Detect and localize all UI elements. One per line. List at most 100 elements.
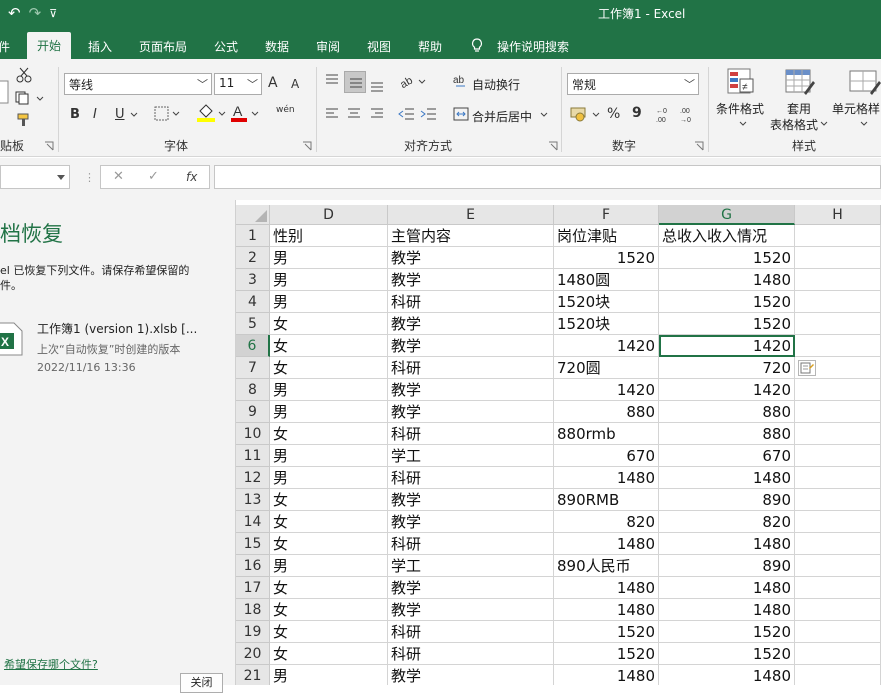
row-header[interactable]: 4: [236, 291, 270, 313]
cell-f[interactable]: 1520块: [554, 313, 659, 335]
cell-d[interactable]: 男: [270, 269, 388, 291]
tab-page-layout[interactable]: 页面布局: [139, 38, 187, 55]
cell-f[interactable]: 880: [554, 401, 659, 423]
formula-input[interactable]: [214, 165, 881, 189]
cell-g[interactable]: 1480: [659, 665, 795, 685]
cell-h[interactable]: [795, 643, 881, 665]
cell-f[interactable]: 890RMB: [554, 489, 659, 511]
cell-h[interactable]: [795, 599, 881, 621]
cell-f[interactable]: 岗位津贴: [554, 225, 659, 247]
cell-h[interactable]: [795, 291, 881, 313]
cell-f[interactable]: 1520: [554, 247, 659, 269]
row-header[interactable]: 10: [236, 423, 270, 445]
undo-icon[interactable]: ↶: [8, 4, 21, 22]
italic-icon[interactable]: I: [93, 107, 97, 122]
merge-center-icon[interactable]: [453, 106, 469, 122]
row-header[interactable]: 12: [236, 467, 270, 489]
decrease-decimal-icon[interactable]: .00→0: [679, 104, 697, 124]
accounting-format-icon[interactable]: [570, 105, 602, 123]
percent-style-icon[interactable]: %: [607, 106, 620, 122]
cell-f[interactable]: 1520: [554, 621, 659, 643]
wrap-text-icon[interactable]: ab: [453, 73, 469, 89]
cell-h[interactable]: [795, 269, 881, 291]
cell-d[interactable]: 女: [270, 511, 388, 533]
name-box-dropdown-icon[interactable]: [57, 175, 65, 181]
row-header[interactable]: 16: [236, 555, 270, 577]
align-right-icon[interactable]: [369, 107, 385, 121]
cell-e[interactable]: 教学: [388, 577, 554, 599]
row-header[interactable]: 6: [236, 335, 270, 357]
cell-g[interactable]: 1520: [659, 313, 795, 335]
row-header[interactable]: 14: [236, 511, 270, 533]
row-header[interactable]: 13: [236, 489, 270, 511]
cell-h[interactable]: [795, 313, 881, 335]
cell-f[interactable]: 1420: [554, 379, 659, 401]
cell-g[interactable]: 670: [659, 445, 795, 467]
row-header[interactable]: 1: [236, 225, 270, 247]
cell-g[interactable]: 1420: [659, 335, 795, 357]
row-header[interactable]: 2: [236, 247, 270, 269]
cell-h[interactable]: [795, 335, 881, 357]
cell-g[interactable]: 890: [659, 555, 795, 577]
chevron-down-icon[interactable]: ﹀: [247, 76, 258, 92]
redo-icon[interactable]: ↷: [29, 4, 42, 22]
number-format-combo[interactable]: 常规 ﹀: [567, 73, 699, 95]
cell-e[interactable]: 科研: [388, 423, 554, 445]
cell-h[interactable]: [795, 621, 881, 643]
cell-h[interactable]: [795, 423, 881, 445]
increase-decimal-icon[interactable]: ←0.00: [655, 104, 673, 124]
cell-d[interactable]: 男: [270, 445, 388, 467]
cell-g[interactable]: 1480: [659, 533, 795, 555]
conditional-formatting-button[interactable]: 条件格式: [716, 100, 764, 117]
cell-f[interactable]: 1480: [554, 467, 659, 489]
row-header[interactable]: 20: [236, 643, 270, 665]
paste-icon[interactable]: [0, 79, 10, 109]
cell-e[interactable]: 教学: [388, 489, 554, 511]
cell-e[interactable]: 教学: [388, 665, 554, 685]
cell-d[interactable]: 女: [270, 489, 388, 511]
format-as-table-icon[interactable]: [784, 67, 816, 97]
conditional-formatting-icon[interactable]: ≠: [726, 67, 756, 97]
worksheet-grid[interactable]: D E F G H 1 性别 主管内容 岗位津贴 总收入收入情况 2 男教学 1520 1520 3 男教学 1…: [236, 205, 881, 685]
cell-e[interactable]: 学工: [388, 445, 554, 467]
cell-d[interactable]: 女: [270, 643, 388, 665]
cell-g[interactable]: 1480: [659, 269, 795, 291]
cell-e[interactable]: 教学: [388, 401, 554, 423]
table-dropdown-icon[interactable]: [820, 121, 828, 127]
cell-e[interactable]: 教学: [388, 511, 554, 533]
cell-d[interactable]: 男: [270, 665, 388, 685]
decrease-indent-icon[interactable]: [398, 106, 416, 122]
cell-g[interactable]: 1420: [659, 379, 795, 401]
cell-d[interactable]: 女: [270, 357, 388, 379]
column-header-g[interactable]: G: [659, 205, 795, 225]
cell-g[interactable]: 总收入收入情况: [659, 225, 795, 247]
underline-icon[interactable]: U: [115, 107, 125, 122]
cut-icon[interactable]: [15, 67, 33, 83]
cell-e[interactable]: 科研: [388, 621, 554, 643]
dialog-launcher-icon[interactable]: [694, 141, 704, 151]
merge-dropdown-icon[interactable]: [540, 112, 548, 118]
underline-dropdown-icon[interactable]: [130, 112, 138, 118]
tab-file[interactable]: 件: [0, 38, 10, 55]
cell-d[interactable]: 女: [270, 577, 388, 599]
row-header[interactable]: 21: [236, 665, 270, 685]
cell-d[interactable]: 男: [270, 401, 388, 423]
cell-e[interactable]: 科研: [388, 643, 554, 665]
cell-h[interactable]: [795, 467, 881, 489]
row-header[interactable]: 3: [236, 269, 270, 291]
align-center-icon[interactable]: [346, 107, 362, 121]
row-header[interactable]: 15: [236, 533, 270, 555]
cell-f[interactable]: 1480: [554, 577, 659, 599]
cell-g[interactable]: 1480: [659, 467, 795, 489]
tab-insert[interactable]: 插入: [88, 38, 112, 55]
cell-d[interactable]: 性别: [270, 225, 388, 247]
cell-f[interactable]: 720圆: [554, 357, 659, 379]
cell-g[interactable]: 1520: [659, 621, 795, 643]
column-header-f[interactable]: F: [554, 205, 659, 225]
which-files-link[interactable]: 希望保存哪个文件?: [4, 656, 98, 672]
row-header[interactable]: 17: [236, 577, 270, 599]
cell-g[interactable]: 820: [659, 511, 795, 533]
conditional-dropdown-icon[interactable]: [739, 121, 747, 127]
cell-d[interactable]: 女: [270, 335, 388, 357]
cell-d[interactable]: 女: [270, 533, 388, 555]
